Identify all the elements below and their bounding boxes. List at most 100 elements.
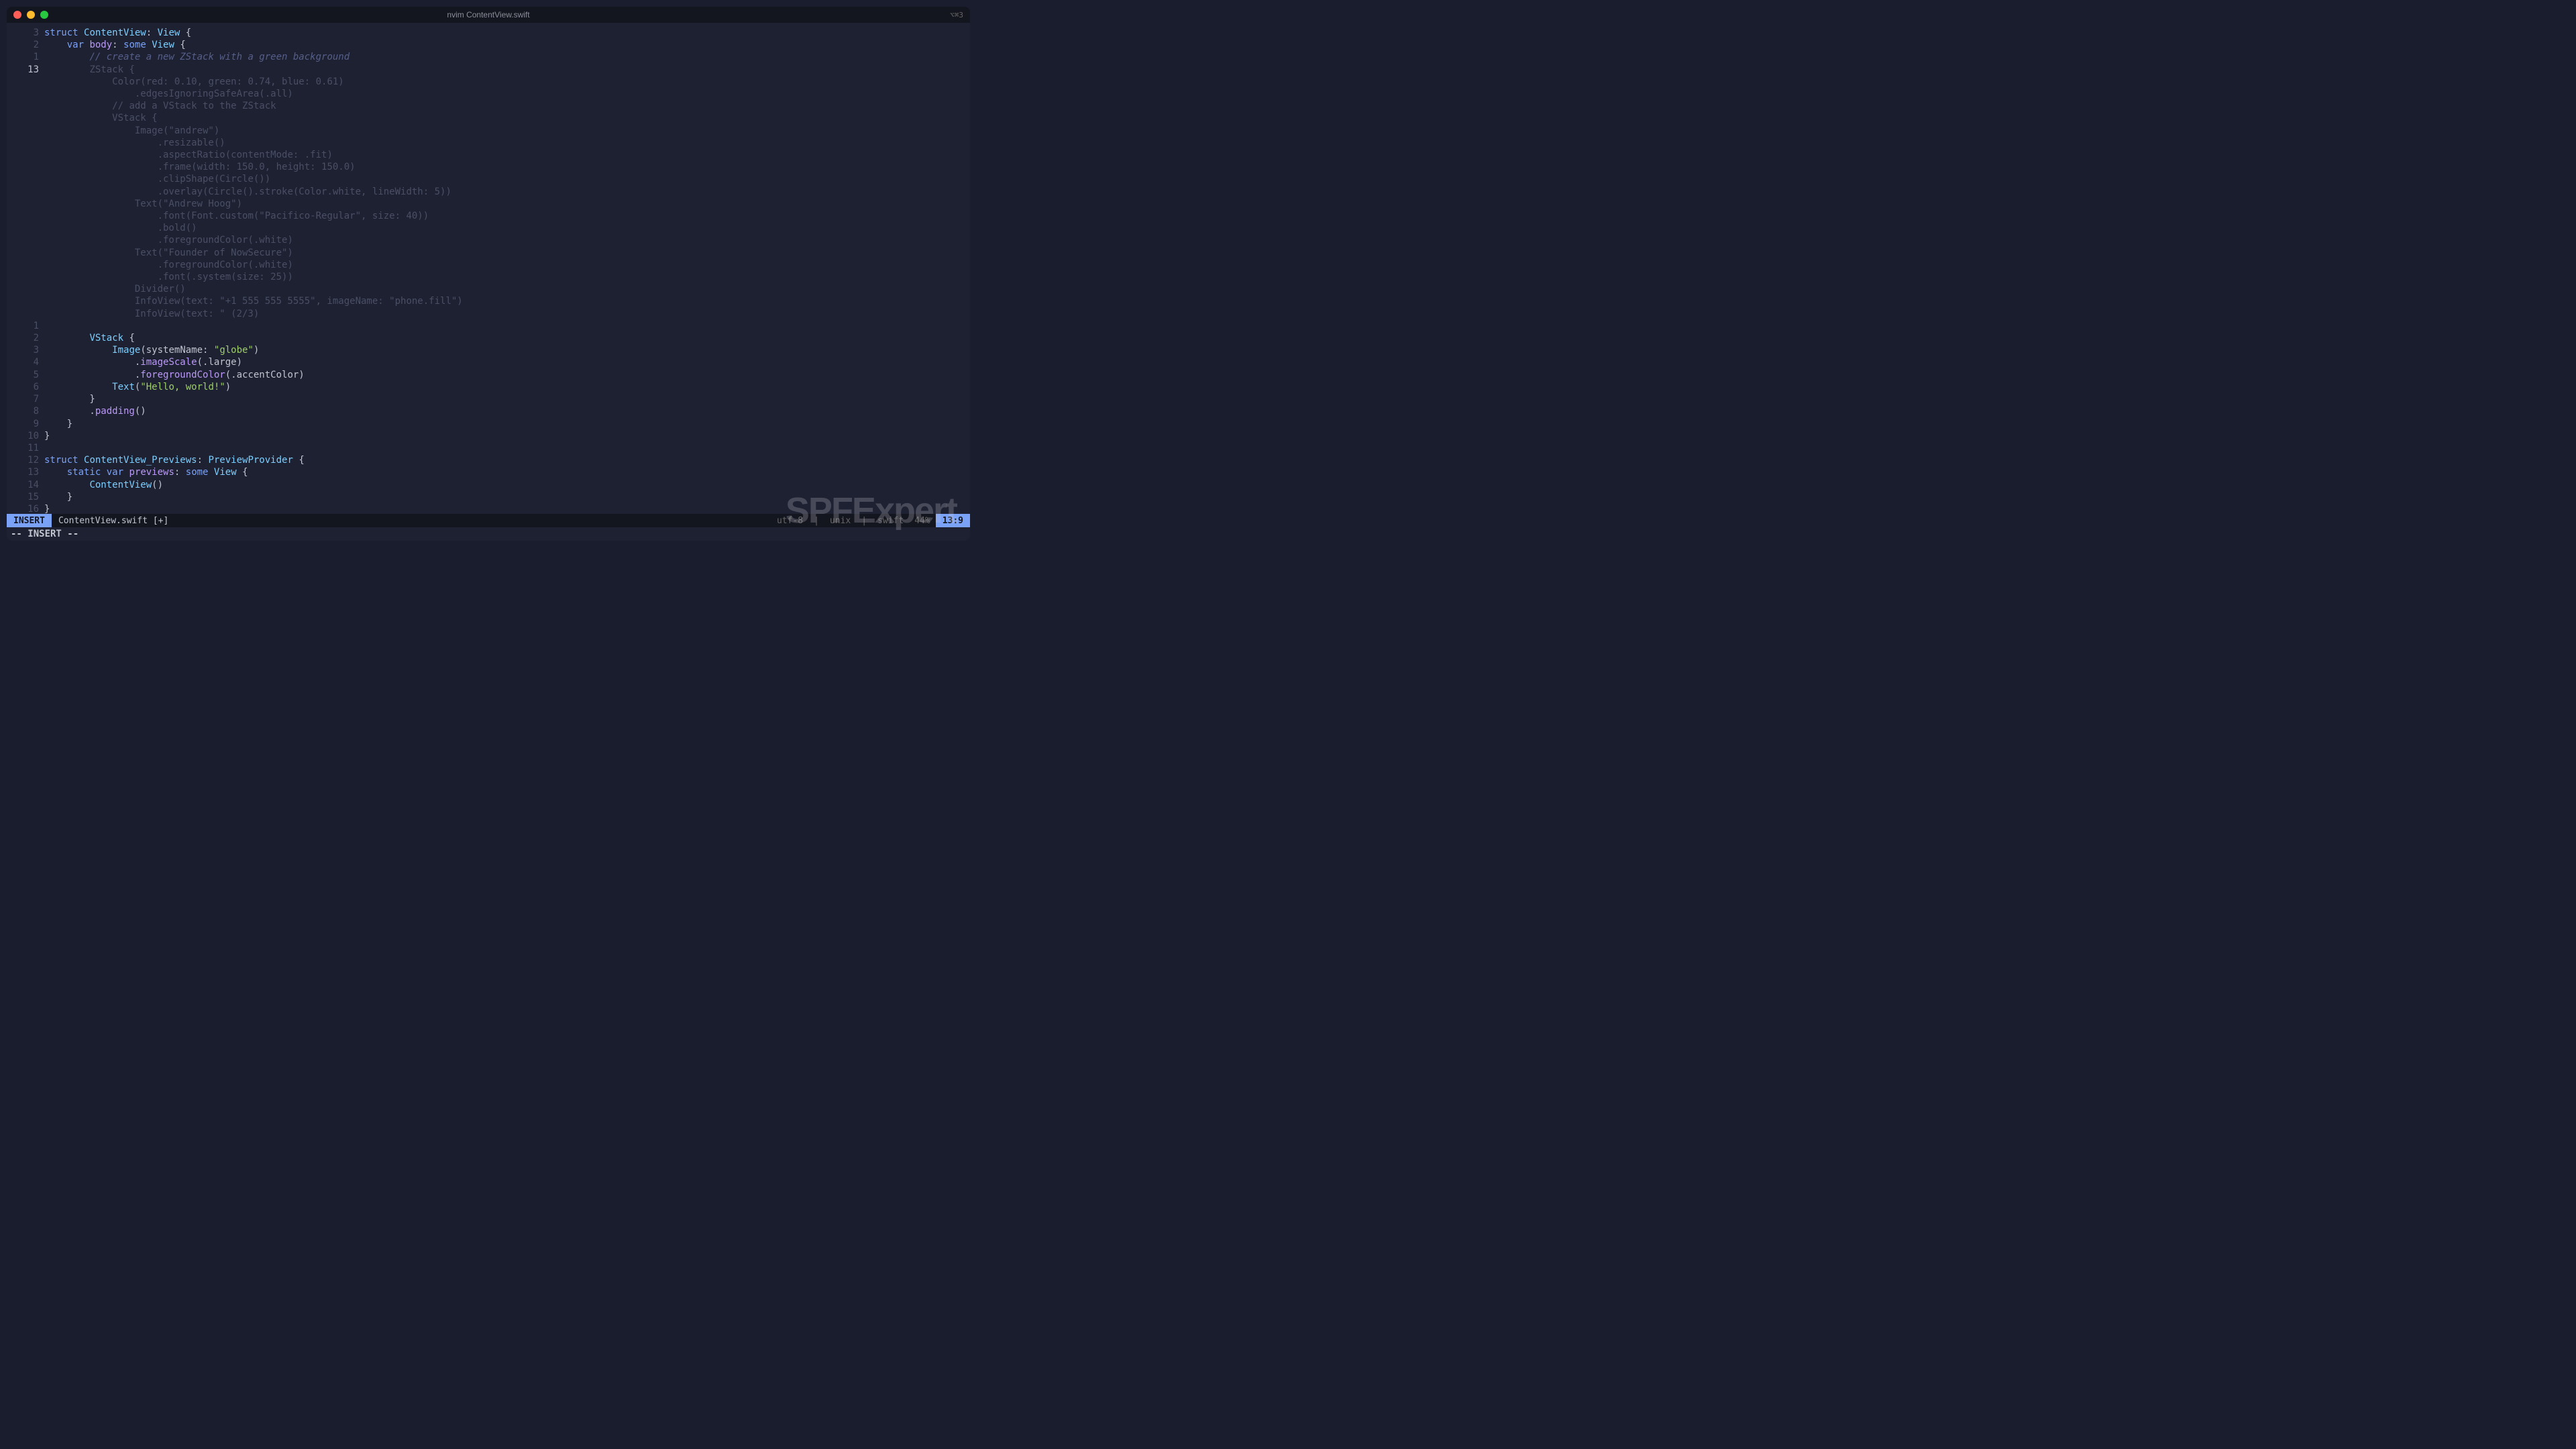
- code-line[interactable]: VStack {: [44, 112, 970, 124]
- terminal-window: nvim ContentView.swift ⌥⌘3 32113 1234567…: [7, 7, 970, 541]
- line-number: 2: [7, 332, 39, 344]
- command-line: -- INSERT --: [7, 527, 970, 541]
- line-number: [7, 100, 39, 112]
- line-number: [7, 173, 39, 185]
- line-number: 14: [7, 479, 39, 491]
- line-number: [7, 271, 39, 283]
- line-number: 13: [7, 466, 39, 478]
- code-line[interactable]: ContentView(): [44, 479, 970, 491]
- code-line[interactable]: static var previews: some View {: [44, 466, 970, 478]
- code-line[interactable]: .foregroundColor(.white): [44, 259, 970, 271]
- line-number: [7, 112, 39, 124]
- line-number: 10: [7, 430, 39, 442]
- line-number: [7, 283, 39, 295]
- line-number: [7, 125, 39, 137]
- line-number: 15: [7, 491, 39, 503]
- traffic-lights: [13, 11, 48, 19]
- code-line[interactable]: .bold(): [44, 222, 970, 234]
- code-line[interactable]: }: [44, 491, 970, 503]
- line-number: 3: [7, 27, 39, 39]
- line-number: 1: [7, 320, 39, 332]
- code-line[interactable]: struct ContentView_Previews: PreviewProv…: [44, 454, 970, 466]
- cursor-position: 13:9: [936, 514, 970, 527]
- line-number: [7, 222, 39, 234]
- line-number-gutter: 32113 12345678910111213141516: [7, 27, 44, 514]
- line-number: 3: [7, 344, 39, 356]
- code-line[interactable]: .font(Font.custom("Pacifico-Regular", si…: [44, 210, 970, 222]
- line-number: 13: [7, 64, 39, 76]
- line-number: 1: [7, 51, 39, 63]
- code-line[interactable]: }: [44, 418, 970, 430]
- window-title: nvim ContentView.swift: [447, 10, 529, 19]
- code-line[interactable]: .aspectRatio(contentMode: .fit): [44, 149, 970, 161]
- code-line[interactable]: InfoView(text: "+1 555 555 5555", imageN…: [44, 295, 970, 307]
- file-name: ContentView.swift [+]: [52, 516, 175, 526]
- code-line[interactable]: Text("Hello, world!"): [44, 381, 970, 393]
- code-line[interactable]: [44, 442, 970, 454]
- line-number: 7: [7, 393, 39, 405]
- code-line[interactable]: .overlay(Circle().stroke(Color.white, li…: [44, 186, 970, 198]
- code-line[interactable]: .padding(): [44, 405, 970, 417]
- code-line[interactable]: }: [44, 393, 970, 405]
- line-number: 16: [7, 503, 39, 514]
- code-line[interactable]: .clipShape(Circle()): [44, 173, 970, 185]
- line-number: [7, 259, 39, 271]
- line-number: 11: [7, 442, 39, 454]
- code-line[interactable]: }: [44, 430, 970, 442]
- line-number: [7, 137, 39, 149]
- code-line[interactable]: Text("Founder of NowSecure"): [44, 247, 970, 259]
- code-line[interactable]: Image(systemName: "globe"): [44, 344, 970, 356]
- code-line[interactable]: .edgesIgnoringSafeArea(.all): [44, 88, 970, 100]
- mode-indicator: INSERT: [7, 514, 52, 527]
- line-number: 6: [7, 381, 39, 393]
- line-number: [7, 76, 39, 88]
- fileformat: unix: [824, 516, 856, 526]
- encoding: utf-8: [771, 516, 808, 526]
- code-line[interactable]: Text("Andrew Hoog"): [44, 198, 970, 210]
- code-line[interactable]: struct ContentView: View {: [44, 27, 970, 39]
- line-number: [7, 88, 39, 100]
- code-line[interactable]: .foregroundColor(.white): [44, 234, 970, 246]
- line-number: 9: [7, 418, 39, 430]
- code-line[interactable]: var body: some View {: [44, 39, 970, 51]
- line-number: [7, 210, 39, 222]
- line-number: 12: [7, 454, 39, 466]
- status-line: INSERT ContentView.swift [+] utf-8 | uni…: [7, 514, 970, 527]
- zoom-icon[interactable]: [40, 11, 48, 19]
- line-number: [7, 295, 39, 307]
- code-line[interactable]: ZStack {: [44, 64, 970, 76]
- code-line[interactable]: .imageScale(.large): [44, 356, 970, 368]
- code-line[interactable]: [44, 320, 970, 332]
- line-number: [7, 186, 39, 198]
- status-right: utf-8 | unix | swift 44% 13:9: [771, 514, 970, 527]
- code-line[interactable]: .foregroundColor(.accentColor): [44, 369, 970, 381]
- line-number: [7, 247, 39, 259]
- code-line[interactable]: .resizable(): [44, 137, 970, 149]
- close-icon[interactable]: [13, 11, 21, 19]
- line-number: [7, 161, 39, 173]
- line-number: 2: [7, 39, 39, 51]
- filetype: swift: [872, 516, 909, 526]
- code-line[interactable]: InfoView(text: " (2/3): [44, 308, 970, 320]
- code-line[interactable]: .frame(width: 150.0, height: 150.0): [44, 161, 970, 173]
- line-number: 8: [7, 405, 39, 417]
- code-content[interactable]: struct ContentView: View { var body: som…: [44, 27, 970, 514]
- line-number: [7, 198, 39, 210]
- code-line[interactable]: // add a VStack to the ZStack: [44, 100, 970, 112]
- code-line[interactable]: Color(red: 0.10, green: 0.74, blue: 0.61…: [44, 76, 970, 88]
- titlebar-shortcut: ⌥⌘3: [950, 11, 963, 19]
- code-line[interactable]: .font(.system(size: 25)): [44, 271, 970, 283]
- line-number: [7, 308, 39, 320]
- minimize-icon[interactable]: [27, 11, 35, 19]
- code-line[interactable]: // create a new ZStack with a green back…: [44, 51, 970, 63]
- line-number: [7, 234, 39, 246]
- line-number: [7, 149, 39, 161]
- titlebar: nvim ContentView.swift ⌥⌘3: [7, 7, 970, 23]
- code-line[interactable]: Image("andrew"): [44, 125, 970, 137]
- percent: 44%: [909, 516, 935, 526]
- line-number: 4: [7, 356, 39, 368]
- code-line[interactable]: }: [44, 503, 970, 514]
- editor-area[interactable]: 32113 12345678910111213141516 struct Con…: [7, 23, 970, 514]
- code-line[interactable]: VStack {: [44, 332, 970, 344]
- code-line[interactable]: Divider(): [44, 283, 970, 295]
